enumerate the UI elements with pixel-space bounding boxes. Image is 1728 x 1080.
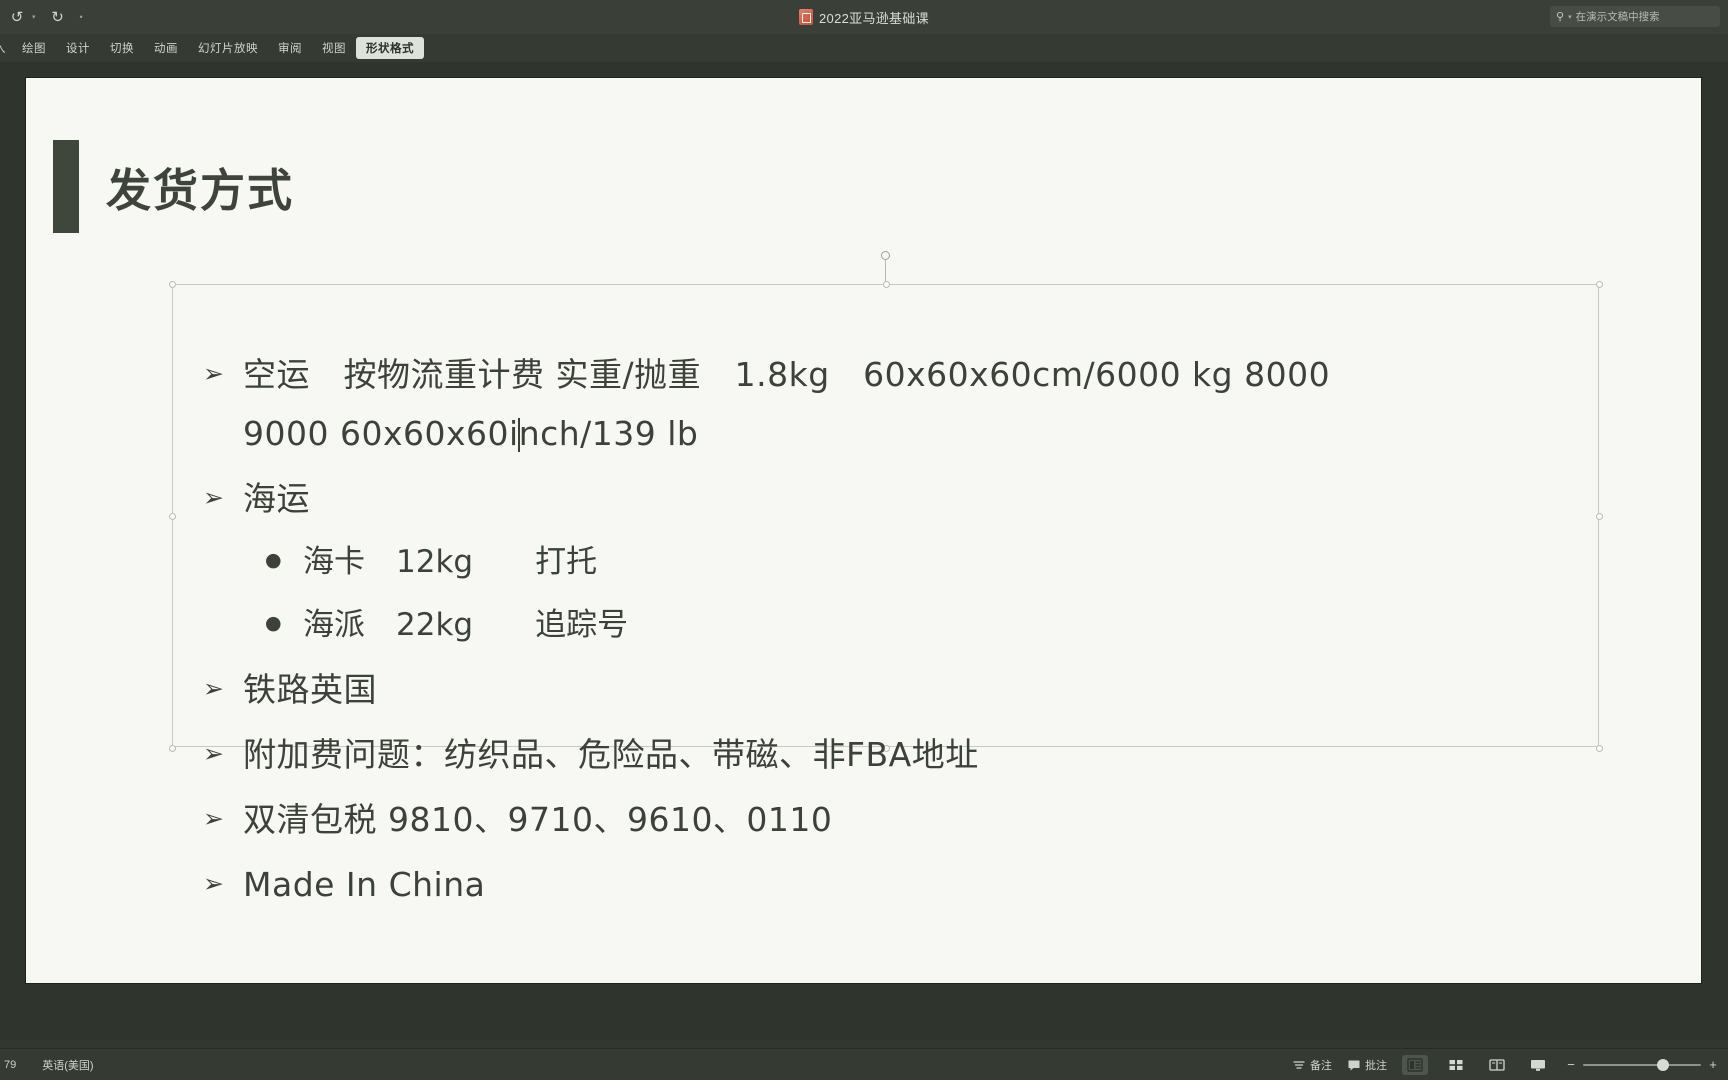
slide-show-view-button[interactable] xyxy=(1525,1055,1551,1075)
bullet-sea-express[interactable]: ● 海派 22kg 追踪号 xyxy=(265,610,1703,641)
title-bar: ↺ ▾ ↻ • 2022亚马逊基础课 ⚲ ▾ 在演示文稿中搜索 xyxy=(0,0,1728,34)
powerpoint-icon xyxy=(799,9,814,25)
comments-label: 批注 xyxy=(1365,1059,1387,1072)
slide-number-indicator[interactable]: 79 xyxy=(4,1059,16,1071)
dot-bullet-icon: ● xyxy=(265,549,282,571)
dot-bullet-icon: ● xyxy=(265,612,282,634)
normal-view-button[interactable] xyxy=(1402,1054,1428,1075)
tab-design[interactable]: 设计 xyxy=(56,37,100,59)
tab-animations[interactable]: 动画 xyxy=(144,37,188,59)
page-title[interactable]: 发货方式 xyxy=(106,154,294,219)
bullet-sea-express-label: 海派 22kg 追踪号 xyxy=(303,607,629,643)
quick-access-toolbar: ↺ ▾ ↻ • xyxy=(0,0,83,34)
slide-canvas-area: 发货方式 ➢ 空运 按物流重计费 实重/抛重 1.8kg 60x60x60cm/… xyxy=(0,62,1728,1040)
zoom-out-button[interactable]: − xyxy=(1566,1057,1576,1072)
tab-shape-format[interactable]: 形状格式 xyxy=(356,37,424,59)
redo-icon[interactable]: ↻ xyxy=(47,6,69,28)
tab-slideshow[interactable]: 幻灯片放映 xyxy=(188,37,268,59)
tab-draw[interactable]: 绘图 xyxy=(12,37,56,59)
slide-sorter-view-button[interactable] xyxy=(1443,1055,1469,1075)
arrow-bullet-icon: ➢ xyxy=(203,804,224,833)
arrow-bullet-icon: ➢ xyxy=(203,869,224,898)
title-accent-bar xyxy=(53,140,79,233)
bullet-surcharge[interactable]: ➢ 附加费问题：纺织品、危险品、带磁、非FBA地址 xyxy=(203,738,1703,771)
bullet-made-in-china[interactable]: ➢ Made In China xyxy=(203,868,1703,901)
bullet-air-freight[interactable]: ➢ 空运 按物流重计费 实重/抛重 1.8kg 60x60x60cm/6000 … xyxy=(203,358,1703,391)
zoom-slider[interactable]: − + xyxy=(1566,1057,1718,1072)
reading-view-button[interactable] xyxy=(1484,1055,1510,1075)
arrow-bullet-icon: ➢ xyxy=(203,739,224,768)
comment-icon xyxy=(1347,1058,1361,1072)
zoom-knob[interactable] xyxy=(1657,1058,1669,1071)
resize-handle-top-left[interactable] xyxy=(168,281,176,288)
slide-body-text[interactable]: ➢ 空运 按物流重计费 实重/抛重 1.8kg 60x60x60cm/6000 … xyxy=(203,358,1703,933)
continuation-text-after-caret: nch/139 lb xyxy=(518,414,699,453)
bullet-sea-truck-label: 海卡 12kg 打托 xyxy=(303,544,598,580)
undo-icon[interactable]: ↺ xyxy=(6,6,28,28)
tab-insert[interactable]: 入 xyxy=(0,37,12,59)
resize-handle-top-right[interactable] xyxy=(1595,281,1603,288)
notes-button[interactable]: 备注 xyxy=(1292,1057,1332,1073)
document-title: 2022亚马逊基础课 xyxy=(0,0,1728,34)
continuation-text-before-caret: 9000 60x60x60i xyxy=(243,414,519,453)
slide-surface[interactable]: 发货方式 ➢ 空运 按物流重计费 实重/抛重 1.8kg 60x60x60cm/… xyxy=(26,78,1701,983)
bullet-sea-freight[interactable]: ➢ 海运 xyxy=(203,482,1703,515)
arrow-bullet-icon: ➢ xyxy=(203,674,224,703)
bullet-ddp-tax-label: 双清包税 9810、9710、9610、0110 xyxy=(243,800,833,839)
search-dropdown-icon[interactable]: ▾ xyxy=(1568,13,1572,21)
bullet-sea-truck[interactable]: ● 海卡 12kg 打托 xyxy=(265,547,1703,578)
bullet-made-in-china-label: Made In China xyxy=(243,865,486,904)
bullet-ddp-tax[interactable]: ➢ 双清包税 9810、9710、9610、0110 xyxy=(203,803,1703,836)
ribbon-tab-bar: 入 绘图 设计 切换 动画 幻灯片放映 审阅 视图 形状格式 xyxy=(0,34,1728,62)
undo-dropdown-icon[interactable]: ▾ xyxy=(32,13,36,21)
language-indicator[interactable]: 英语(美国) xyxy=(42,1057,93,1073)
bullet-sea-freight-label: 海运 xyxy=(243,479,310,518)
notes-label: 备注 xyxy=(1310,1059,1332,1072)
resize-handle-top-center[interactable] xyxy=(882,281,890,288)
notes-icon xyxy=(1292,1058,1306,1072)
comments-button[interactable]: 批注 xyxy=(1347,1057,1387,1073)
bullet-rail-uk[interactable]: ➢ 铁路英国 xyxy=(203,673,1703,706)
resize-handle-bottom-left[interactable] xyxy=(168,745,176,752)
document-title-text: 2022亚马逊基础课 xyxy=(819,10,929,26)
resize-handle-middle-left[interactable] xyxy=(168,513,176,520)
bullet-air-freight-continuation[interactable]: 9000 60x60x60inch/139 lb xyxy=(243,417,1703,452)
customize-toolbar-icon[interactable]: • xyxy=(80,12,83,22)
search-icon: ⚲ xyxy=(1556,11,1565,23)
tab-review[interactable]: 审阅 xyxy=(268,37,312,59)
arrow-bullet-icon: ➢ xyxy=(203,359,224,388)
search-placeholder: 在演示文稿中搜索 xyxy=(1575,11,1660,23)
search-input[interactable]: ⚲ ▾ 在演示文稿中搜索 xyxy=(1550,6,1720,27)
zoom-in-button[interactable]: + xyxy=(1708,1057,1718,1072)
bullet-rail-uk-label: 铁路英国 xyxy=(243,670,377,709)
bullet-surcharge-label: 附加费问题：纺织品、危险品、带磁、非FBA地址 xyxy=(243,735,979,774)
rotation-handle[interactable] xyxy=(880,251,890,260)
zoom-track[interactable] xyxy=(1583,1058,1701,1071)
arrow-bullet-icon: ➢ xyxy=(203,483,224,512)
tab-view[interactable]: 视图 xyxy=(312,37,356,59)
tab-transitions[interactable]: 切换 xyxy=(100,37,144,59)
status-bar: 79 英语(美国) 备注 批注 − + xyxy=(0,1048,1728,1080)
bullet-air-freight-label: 空运 按物流重计费 实重/抛重 1.8kg 60x60x60cm/6000 kg… xyxy=(243,355,1331,394)
